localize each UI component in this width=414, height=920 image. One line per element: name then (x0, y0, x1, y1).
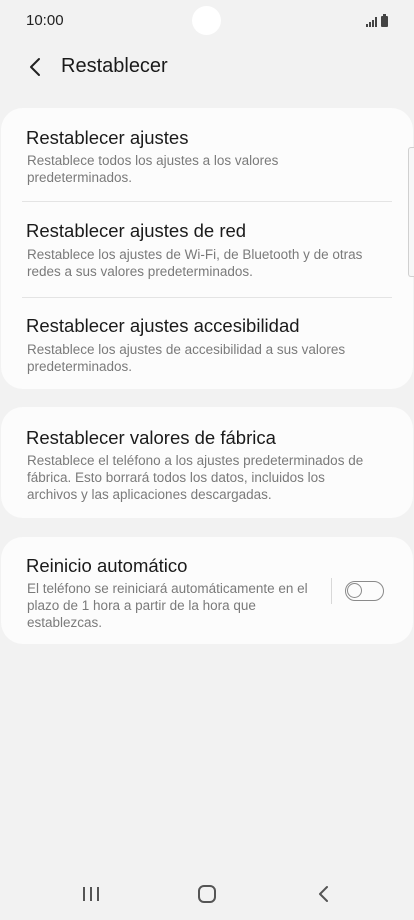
page-title: Restablecer (61, 55, 168, 77)
factory-reset-item[interactable]: Restablecer valores de fábrica Restablec… (1, 407, 413, 518)
reset-settings-item[interactable]: Restablecer ajustes Restablece todos los… (1, 108, 413, 201)
signal-icon (366, 17, 377, 27)
camera-cutout (192, 6, 221, 35)
auto-restart-toggle[interactable] (345, 581, 384, 601)
factory-reset-description: Restablece el teléfono a los ajustes pre… (27, 453, 364, 502)
reset-network-settings-item[interactable]: Restablecer ajustes de red Restablece lo… (1, 202, 413, 297)
recent-apps-icon (83, 887, 99, 901)
reset-options-card: Restablecer ajustes Restablece todos los… (1, 108, 413, 389)
reset-network-settings-description: Restablece los ajustes de Wi-Fi, de Blue… (27, 247, 363, 279)
nav-back-button[interactable] (312, 882, 336, 906)
status-icons (366, 13, 388, 27)
back-icon (319, 886, 328, 902)
navigation-bar (0, 866, 414, 920)
reset-accessibility-settings-item[interactable]: Restablecer ajustes accesibilidad Restab… (1, 298, 413, 389)
chevron-left-icon (30, 58, 40, 76)
auto-restart-description: El teléfono se reiniciará automáticament… (27, 581, 308, 630)
reset-accessibility-settings-title: Restablecer ajustes accesibilidad (26, 315, 300, 336)
toggle-separator (331, 578, 332, 604)
scroll-indicator[interactable] (408, 147, 414, 277)
status-bar: 10:00 (0, 0, 414, 42)
battery-icon (381, 14, 388, 27)
back-button[interactable] (22, 53, 50, 81)
home-icon (198, 885, 216, 903)
factory-reset-card: Restablecer valores de fábrica Restablec… (1, 407, 413, 518)
reset-settings-title: Restablecer ajustes (26, 127, 189, 148)
recent-apps-button[interactable] (79, 882, 103, 906)
status-time: 10:00 (26, 12, 64, 29)
reset-settings-description: Restablece todos los ajustes a los valor… (27, 153, 279, 185)
app-header: Restablecer (0, 44, 414, 90)
auto-restart-title: Reinicio automático (26, 555, 188, 576)
reset-accessibility-settings-description: Restablece los ajustes de accesibilidad … (27, 342, 346, 374)
factory-reset-title: Restablecer valores de fábrica (26, 427, 276, 448)
toggle-knob (347, 583, 362, 598)
auto-restart-card: Reinicio automático El teléfono se reini… (1, 537, 413, 644)
reset-network-settings-title: Restablecer ajustes de red (26, 220, 247, 241)
home-button[interactable] (195, 882, 219, 906)
